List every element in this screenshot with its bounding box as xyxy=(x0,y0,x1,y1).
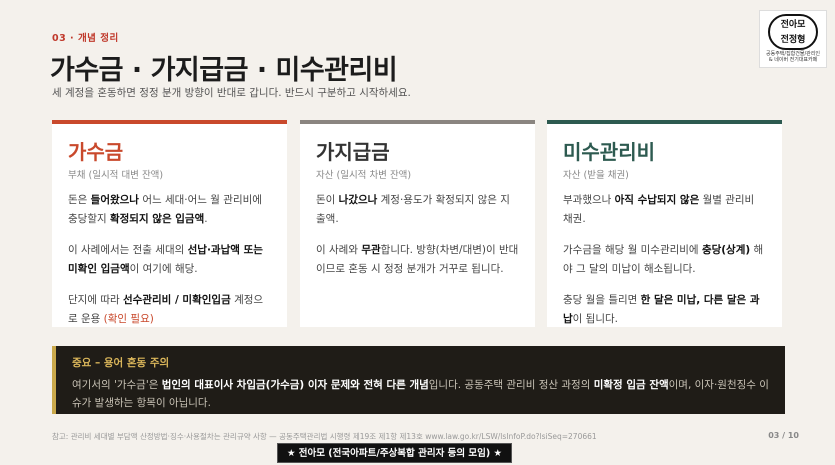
card-paragraph: 부과했으나 아직 수납되지 않은 월별 관리비 채권. xyxy=(563,194,755,225)
note-body: 여기서의 '가수금'은 법인의 대표이사 차입금(가수금) 이자 문제와 전혀 … xyxy=(72,379,769,409)
card-paragraph: 단지에 따라 선수관리비 / 미확인입금 계정으로 운용 (확인 필요) xyxy=(68,294,264,325)
card-misu-gwanribi: 미수관리비 자산 (받을 채권) 부과했으나 아직 수납되지 않은 월별 관리비… xyxy=(547,120,782,327)
logo-sub-line2: & 네이버 전기대표카페 xyxy=(768,57,818,63)
reference-text: 참고: 관리비 세대별 부담액 산정방법·징수·사용절차는 관리규약 사항 — … xyxy=(52,432,597,441)
card-paragraph: 가수금을 해당 월 미수관리비에 충당(상계) 해야 그 달의 미납이 해소됩니… xyxy=(563,244,764,275)
logo-subtext: 공동주택/집합건물/관리인 & 네이버 전기대표카페 xyxy=(760,50,826,63)
card-paragraph: 이 사례와 무관합니다. 방향(차변/대변)이 반대이므로 혼동 시 정정 분개… xyxy=(316,244,519,275)
page-number: 03 / 10 xyxy=(768,431,799,440)
logo: 전아모 전정형 공동주택/집합건물/관리인 & 네이버 전기대표카페 xyxy=(759,10,827,68)
card-paragraph: 이 사례에서는 전출 세대의 선납·과납액 또는 미확인 입금액이 여기에 해당… xyxy=(68,244,263,275)
card-gasugeum: 가수금 부채 (일시적 대변 잔액) 돈은 들어왔으나 어느 세대·어느 월 관… xyxy=(52,120,287,327)
card-paragraph: 충당 월을 틀리면 한 달은 미납, 다른 달은 과납이 됩니다. xyxy=(563,294,760,325)
logo-mark-line1: 전아모 xyxy=(780,20,806,30)
card-title: 미수관리비 xyxy=(563,140,655,164)
card-paragraph: 돈이 나갔으나 계정·용도가 확정되지 않은 지출액. xyxy=(316,194,510,225)
page-title: 가수금 · 가지급금 · 미수관리비 xyxy=(50,55,398,86)
logo-mark: 전아모 전정형 xyxy=(768,14,818,50)
community-badge: ★ 전아모 (전국아파트/주상복합 관리자 등의 모임) ★ xyxy=(277,443,512,463)
card-title: 가지급금 xyxy=(316,140,390,164)
warning-note: 중요 – 용어 혼동 주의 여기서의 '가수금'은 법인의 대표이사 차입금(가… xyxy=(52,346,785,414)
note-title: 중요 – 용어 혼동 주의 xyxy=(72,357,170,369)
logo-mark-line2: 전정형 xyxy=(780,35,806,45)
card-gajigeupgeum: 가지급금 자산 (일시적 차변 잔액) 돈이 나갔으나 계정·용도가 확정되지 … xyxy=(300,120,535,327)
card-tag: 부채 (일시적 대변 잔액) xyxy=(68,170,164,181)
section-label: 03 · 개념 정리 xyxy=(52,33,119,44)
card-tag: 자산 (받을 채권) xyxy=(563,170,629,181)
card-title: 가수금 xyxy=(68,140,124,164)
card-paragraph: 돈은 들어왔으나 어느 세대·어느 월 관리비에 충당할지 확정되지 않은 입금… xyxy=(68,194,262,225)
page-subtitle: 세 계정을 혼동하면 정정 분개 방향이 반대로 갑니다. 반드시 구분하고 시… xyxy=(52,87,411,99)
card-tag: 자산 (일시적 차변 잔액) xyxy=(316,170,412,181)
